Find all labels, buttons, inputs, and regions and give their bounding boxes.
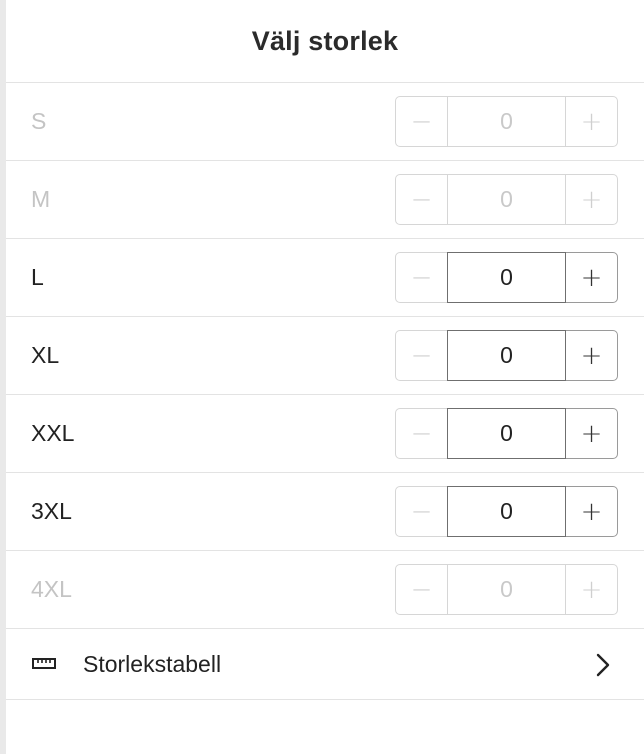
decrement-button: −	[395, 330, 448, 381]
size-label: 3XL	[31, 498, 72, 524]
quantity-stepper: − 0 +	[395, 174, 620, 225]
quantity-stepper: − 0 +	[395, 330, 620, 381]
chevron-right-icon	[596, 653, 610, 677]
size-label: XL	[31, 342, 60, 368]
size-row-l: L − 0 +	[6, 239, 644, 317]
decrement-button: −	[395, 564, 448, 615]
quantity-stepper: − 0 +	[395, 408, 620, 459]
increment-button: +	[565, 174, 618, 225]
decrement-button: −	[395, 252, 448, 303]
quantity-stepper: − 0 +	[395, 564, 620, 615]
size-label: XXL	[31, 420, 75, 446]
size-picker-panel: Välj storlek S − 0 + M − 0 + L − 0 + XL …	[6, 0, 644, 754]
increment-button[interactable]: +	[565, 486, 618, 537]
size-label: S	[31, 108, 47, 134]
size-label: M	[31, 186, 51, 212]
size-row-s: S − 0 +	[6, 83, 644, 161]
decrement-button: −	[395, 174, 448, 225]
quantity-field[interactable]: 0	[447, 252, 566, 303]
increment-button[interactable]: +	[565, 252, 618, 303]
quantity-field[interactable]: 0	[447, 486, 566, 537]
size-row-3xl: 3XL − 0 +	[6, 473, 644, 551]
size-label: L	[31, 264, 44, 290]
size-row-xxl: XXL − 0 +	[6, 395, 644, 473]
quantity-field[interactable]: 0	[447, 408, 566, 459]
ruler-icon	[32, 658, 56, 669]
size-label: 4XL	[31, 576, 72, 602]
size-row-4xl: 4XL − 0 +	[6, 551, 644, 629]
increment-button[interactable]: +	[565, 408, 618, 459]
increment-button[interactable]: +	[565, 330, 618, 381]
quantity-stepper: − 0 +	[395, 486, 620, 537]
increment-button: +	[565, 564, 618, 615]
size-chart-link[interactable]: Storlekstabell	[6, 629, 644, 700]
panel-title: Välj storlek	[251, 25, 399, 56]
quantity-stepper: − 0 +	[395, 96, 620, 147]
decrement-button: −	[395, 96, 448, 147]
decrement-button: −	[395, 486, 448, 537]
size-chart-label: Storlekstabell	[83, 650, 222, 677]
size-row-xl: XL − 0 +	[6, 317, 644, 395]
decrement-button: −	[395, 408, 448, 459]
quantity-field: 0	[447, 96, 566, 147]
panel-header: Välj storlek	[6, 0, 644, 83]
size-row-m: M − 0 +	[6, 161, 644, 239]
increment-button: +	[565, 96, 618, 147]
quantity-field[interactable]: 0	[447, 330, 566, 381]
quantity-field: 0	[447, 564, 566, 615]
quantity-field: 0	[447, 174, 566, 225]
quantity-stepper: − 0 +	[395, 252, 620, 303]
